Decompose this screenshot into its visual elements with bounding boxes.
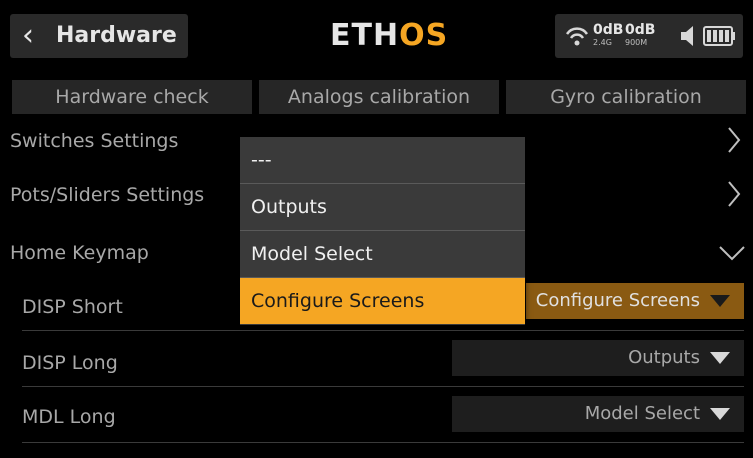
disp-short-select[interactable]: Configure Screens [526,283,744,319]
dropdown-arrow-icon [710,408,730,420]
pots-sliders-settings-label[interactable]: Pots/Sliders Settings [10,180,204,210]
mdl-long-select[interactable]: Model Select [452,396,744,432]
home-keymap-label[interactable]: Home Keymap [10,238,149,268]
disp-short-label: DISP Short [22,296,123,318]
chevron-down-icon[interactable] [718,244,746,262]
dropdown-option-outputs[interactable]: Outputs [240,184,525,230]
battery-icon [703,26,735,46]
dropdown-menu: --- Outputs Model Select Configure Scree… [240,137,525,325]
band-right-label: 900M [625,38,648,47]
status-panel[interactable]: 0dB 2.4G 0dB 900M [555,14,743,58]
divider [22,330,744,331]
divider [22,386,744,387]
page-title: Hardware [56,23,177,48]
rssi-right-value: 0dB [625,22,656,38]
chevron-left-icon[interactable]: ‹ [22,14,34,58]
disp-long-label: DISP Long [22,352,118,374]
tab-gyro-calibration[interactable]: Gyro calibration [506,80,746,114]
dropdown-option-none[interactable]: --- [240,137,525,183]
band-left-label: 2.4G [593,38,612,47]
divider [22,442,744,443]
tab-hardware-check[interactable]: Hardware check [12,80,252,114]
speaker-icon [681,26,693,46]
ethos-logo: ETHOS [330,18,449,53]
chevron-right-icon[interactable] [726,126,742,154]
dropdown-arrow-icon [710,295,730,307]
mdl-long-label: MDL Long [22,406,116,428]
chevron-right-icon[interactable] [726,180,742,208]
rssi-left-value: 0dB [593,22,624,38]
switches-settings-label[interactable]: Switches Settings [10,126,178,156]
dropdown-arrow-icon [710,352,730,364]
dropdown-option-model-select[interactable]: Model Select [240,231,525,277]
disp-long-select[interactable]: Outputs [452,340,744,376]
antenna-signal-icon [565,27,589,46]
tab-analogs-calibration[interactable]: Analogs calibration [259,80,499,114]
dropdown-option-configure-screens[interactable]: Configure Screens [240,278,525,324]
